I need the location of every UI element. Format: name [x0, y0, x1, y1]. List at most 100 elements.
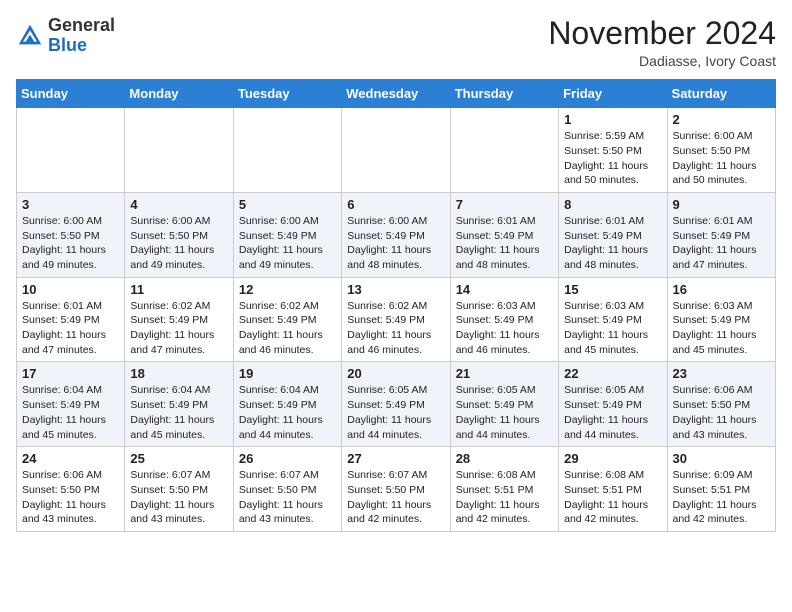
day-info: Sunrise: 6:01 AM Sunset: 5:49 PM Dayligh… — [564, 214, 661, 273]
day-number: 8 — [564, 197, 661, 212]
day-info: Sunrise: 6:02 AM Sunset: 5:49 PM Dayligh… — [130, 299, 227, 358]
day-of-week-header: Friday — [559, 80, 667, 108]
day-number: 20 — [347, 366, 444, 381]
logo-blue: Blue — [48, 35, 87, 55]
day-number: 24 — [22, 451, 119, 466]
calendar-week-row: 24Sunrise: 6:06 AM Sunset: 5:50 PM Dayli… — [17, 447, 776, 532]
calendar-cell: 8 Sunrise: 6:01 AM Sunset: 5:49 PM Daylig… — [559, 192, 667, 277]
calendar-week-row: 3 Sunrise: 6:00 AM Sunset: 5:50 PM Daylig… — [17, 192, 776, 277]
calendar-cell: 5Sunrise: 6:00 AM Sunset: 5:49 PM Daylig… — [233, 192, 341, 277]
day-info: Sunrise: 6:02 AM Sunset: 5:49 PM Dayligh… — [239, 299, 336, 358]
day-info: Sunrise: 6:00 AM Sunset: 5:49 PM Dayligh… — [347, 214, 444, 273]
day-number: 6 — [347, 197, 444, 212]
calendar-cell — [233, 108, 341, 193]
logo: General Blue — [16, 16, 115, 56]
day-number: 2 — [673, 112, 770, 127]
day-info: Sunrise: 6:05 AM Sunset: 5:49 PM Dayligh… — [347, 383, 444, 442]
calendar-cell: 21 Sunrise: 6:05 AM Sunset: 5:49 PM Dayli… — [450, 362, 558, 447]
day-number: 11 — [130, 282, 227, 297]
day-number: 14 — [456, 282, 553, 297]
day-info: Sunrise: 6:07 AM Sunset: 5:50 PM Dayligh… — [130, 468, 227, 527]
day-info: Sunrise: 6:09 AM Sunset: 5:51 PM Dayligh… — [673, 468, 770, 527]
day-info: Sunrise: 5:59 AM Sunset: 5:50 PM Dayligh… — [564, 129, 661, 188]
day-number: 7 — [456, 197, 553, 212]
calendar-cell: 26Sunrise: 6:07 AM Sunset: 5:50 PM Dayli… — [233, 447, 341, 532]
day-info: Sunrise: 6:01 AM Sunset: 5:49 PM Dayligh… — [456, 214, 553, 273]
day-number: 27 — [347, 451, 444, 466]
day-info: Sunrise: 6:07 AM Sunset: 5:50 PM Dayligh… — [239, 468, 336, 527]
calendar-cell — [342, 108, 450, 193]
calendar-cell: 15Sunrise: 6:03 AM Sunset: 5:49 PM Dayli… — [559, 277, 667, 362]
day-of-week-header: Tuesday — [233, 80, 341, 108]
day-number: 22 — [564, 366, 661, 381]
header: General Blue November 2024 Dadiasse, Ivo… — [16, 16, 776, 69]
calendar-cell: 14 Sunrise: 6:03 AM Sunset: 5:49 PM Dayli… — [450, 277, 558, 362]
day-number: 3 — [22, 197, 119, 212]
logo-general: General — [48, 15, 115, 35]
day-number: 28 — [456, 451, 553, 466]
day-number: 18 — [130, 366, 227, 381]
calendar-cell: 18Sunrise: 6:04 AM Sunset: 5:49 PM Dayli… — [125, 362, 233, 447]
day-number: 15 — [564, 282, 661, 297]
title-block: November 2024 Dadiasse, Ivory Coast — [548, 16, 776, 69]
calendar-cell: 28 Sunrise: 6:08 AM Sunset: 5:51 PM Dayli… — [450, 447, 558, 532]
day-info: Sunrise: 6:06 AM Sunset: 5:50 PM Dayligh… — [673, 383, 770, 442]
day-info: Sunrise: 6:00 AM Sunset: 5:50 PM Dayligh… — [130, 214, 227, 273]
day-number: 16 — [673, 282, 770, 297]
calendar-cell: 25 Sunrise: 6:07 AM Sunset: 5:50 PM Dayli… — [125, 447, 233, 532]
calendar-cell: 7 Sunrise: 6:01 AM Sunset: 5:49 PM Daylig… — [450, 192, 558, 277]
calendar-cell: 22Sunrise: 6:05 AM Sunset: 5:49 PM Dayli… — [559, 362, 667, 447]
calendar-week-row: 1 Sunrise: 5:59 AM Sunset: 5:50 PM Daylig… — [17, 108, 776, 193]
calendar-cell: 1 Sunrise: 5:59 AM Sunset: 5:50 PM Daylig… — [559, 108, 667, 193]
day-number: 13 — [347, 282, 444, 297]
calendar-cell: 23Sunrise: 6:06 AM Sunset: 5:50 PM Dayli… — [667, 362, 775, 447]
month-title: November 2024 — [548, 16, 776, 51]
calendar-cell: 11 Sunrise: 6:02 AM Sunset: 5:49 PM Dayli… — [125, 277, 233, 362]
day-number: 29 — [564, 451, 661, 466]
calendar-cell: 19 Sunrise: 6:04 AM Sunset: 5:49 PM Dayli… — [233, 362, 341, 447]
day-of-week-header: Sunday — [17, 80, 125, 108]
calendar: SundayMondayTuesdayWednesdayThursdayFrid… — [16, 79, 776, 532]
day-number: 5 — [239, 197, 336, 212]
day-info: Sunrise: 6:08 AM Sunset: 5:51 PM Dayligh… — [456, 468, 553, 527]
calendar-cell: 27 Sunrise: 6:07 AM Sunset: 5:50 PM Dayli… — [342, 447, 450, 532]
calendar-cell: 24Sunrise: 6:06 AM Sunset: 5:50 PM Dayli… — [17, 447, 125, 532]
day-number: 17 — [22, 366, 119, 381]
day-info: Sunrise: 6:07 AM Sunset: 5:50 PM Dayligh… — [347, 468, 444, 527]
calendar-cell: 3 Sunrise: 6:00 AM Sunset: 5:50 PM Daylig… — [17, 192, 125, 277]
day-info: Sunrise: 6:04 AM Sunset: 5:49 PM Dayligh… — [239, 383, 336, 442]
day-number: 12 — [239, 282, 336, 297]
calendar-cell: 16Sunrise: 6:03 AM Sunset: 5:49 PM Dayli… — [667, 277, 775, 362]
header-row: SundayMondayTuesdayWednesdayThursdayFrid… — [17, 80, 776, 108]
day-info: Sunrise: 6:02 AM Sunset: 5:49 PM Dayligh… — [347, 299, 444, 358]
day-of-week-header: Thursday — [450, 80, 558, 108]
calendar-cell: 13 Sunrise: 6:02 AM Sunset: 5:49 PM Dayli… — [342, 277, 450, 362]
calendar-cell: 30 Sunrise: 6:09 AM Sunset: 5:51 PM Dayli… — [667, 447, 775, 532]
day-number: 25 — [130, 451, 227, 466]
day-number: 30 — [673, 451, 770, 466]
logo-text: General Blue — [48, 16, 115, 56]
calendar-cell: 2Sunrise: 6:00 AM Sunset: 5:50 PM Daylig… — [667, 108, 775, 193]
day-of-week-header: Monday — [125, 80, 233, 108]
calendar-cell — [17, 108, 125, 193]
day-number: 19 — [239, 366, 336, 381]
calendar-cell — [125, 108, 233, 193]
page: General Blue November 2024 Dadiasse, Ivo… — [0, 0, 792, 542]
day-info: Sunrise: 6:03 AM Sunset: 5:49 PM Dayligh… — [456, 299, 553, 358]
day-info: Sunrise: 6:01 AM Sunset: 5:49 PM Dayligh… — [22, 299, 119, 358]
day-info: Sunrise: 6:04 AM Sunset: 5:49 PM Dayligh… — [22, 383, 119, 442]
day-info: Sunrise: 6:01 AM Sunset: 5:49 PM Dayligh… — [673, 214, 770, 273]
day-info: Sunrise: 6:08 AM Sunset: 5:51 PM Dayligh… — [564, 468, 661, 527]
day-number: 1 — [564, 112, 661, 127]
day-info: Sunrise: 6:00 AM Sunset: 5:50 PM Dayligh… — [22, 214, 119, 273]
calendar-cell: 17 Sunrise: 6:04 AM Sunset: 5:49 PM Dayli… — [17, 362, 125, 447]
calendar-cell: 6 Sunrise: 6:00 AM Sunset: 5:49 PM Daylig… — [342, 192, 450, 277]
calendar-cell: 12 Sunrise: 6:02 AM Sunset: 5:49 PM Dayli… — [233, 277, 341, 362]
calendar-cell: 4Sunrise: 6:00 AM Sunset: 5:50 PM Daylig… — [125, 192, 233, 277]
day-info: Sunrise: 6:05 AM Sunset: 5:49 PM Dayligh… — [456, 383, 553, 442]
day-of-week-header: Wednesday — [342, 80, 450, 108]
calendar-cell: 10Sunrise: 6:01 AM Sunset: 5:49 PM Dayli… — [17, 277, 125, 362]
day-number: 21 — [456, 366, 553, 381]
calendar-cell — [450, 108, 558, 193]
calendar-week-row: 10Sunrise: 6:01 AM Sunset: 5:49 PM Dayli… — [17, 277, 776, 362]
